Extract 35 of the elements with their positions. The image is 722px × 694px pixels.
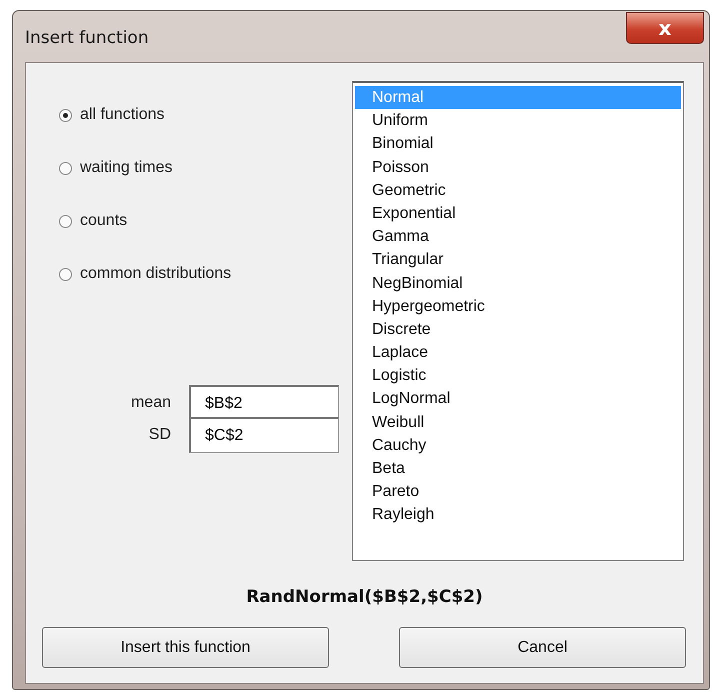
function-list[interactable]: Normal Uniform Binomial Poisson Geometric Exponential Gamma Triangular NegBinomial Hypergeometric Discrete Laplace Logistic LogNormal Weibull Cauchy Beta Pareto Rayleigh xyxy=(352,81,684,561)
list-item[interactable]: Hypergeometric xyxy=(355,294,681,318)
list-item[interactable]: LogNormal xyxy=(355,387,681,411)
list-item[interactable]: Discrete xyxy=(355,318,681,342)
list-item[interactable]: Laplace xyxy=(355,341,681,364)
field-label: mean xyxy=(130,394,171,412)
insert-button[interactable]: Insert this function xyxy=(42,627,329,668)
list-item[interactable]: Beta xyxy=(355,457,681,480)
list-item[interactable]: Uniform xyxy=(355,109,681,132)
list-item[interactable]: Pareto xyxy=(355,480,681,504)
radio-label[interactable]: all functions xyxy=(80,106,164,124)
field-label: SD xyxy=(148,426,171,444)
close-button[interactable]: x xyxy=(626,12,704,44)
radio-button[interactable] xyxy=(59,214,72,228)
list-item[interactable]: Poisson xyxy=(355,156,681,179)
list-item[interactable]: NegBinomial xyxy=(355,272,681,295)
window-title: Insert function xyxy=(25,28,149,48)
list-item[interactable]: Logistic xyxy=(355,364,681,388)
cancel-button[interactable]: Cancel xyxy=(399,627,686,668)
list-item[interactable]: Cauchy xyxy=(355,434,681,457)
radio-label[interactable]: waiting times xyxy=(80,159,172,177)
formula-preview: RandNormal($B$2,$C$2) xyxy=(245,587,484,607)
radio-label[interactable]: counts xyxy=(80,212,128,230)
radio-label[interactable]: common distributions xyxy=(80,265,232,283)
list-item[interactable]: Triangular xyxy=(355,248,681,272)
input-field[interactable]: $C$2 xyxy=(189,417,339,453)
list-item[interactable]: Gamma xyxy=(355,225,681,248)
radio-button[interactable] xyxy=(59,162,72,174)
list-item[interactable]: Binomial xyxy=(355,132,681,156)
list-item[interactable]: Exponential xyxy=(355,202,681,226)
list-item[interactable]: Geometric xyxy=(355,178,681,202)
radio-button[interactable] xyxy=(59,108,72,122)
list-item[interactable]: Rayleigh xyxy=(355,503,681,527)
radio-button[interactable] xyxy=(59,268,72,280)
list-item[interactable]: Weibull xyxy=(355,410,681,434)
